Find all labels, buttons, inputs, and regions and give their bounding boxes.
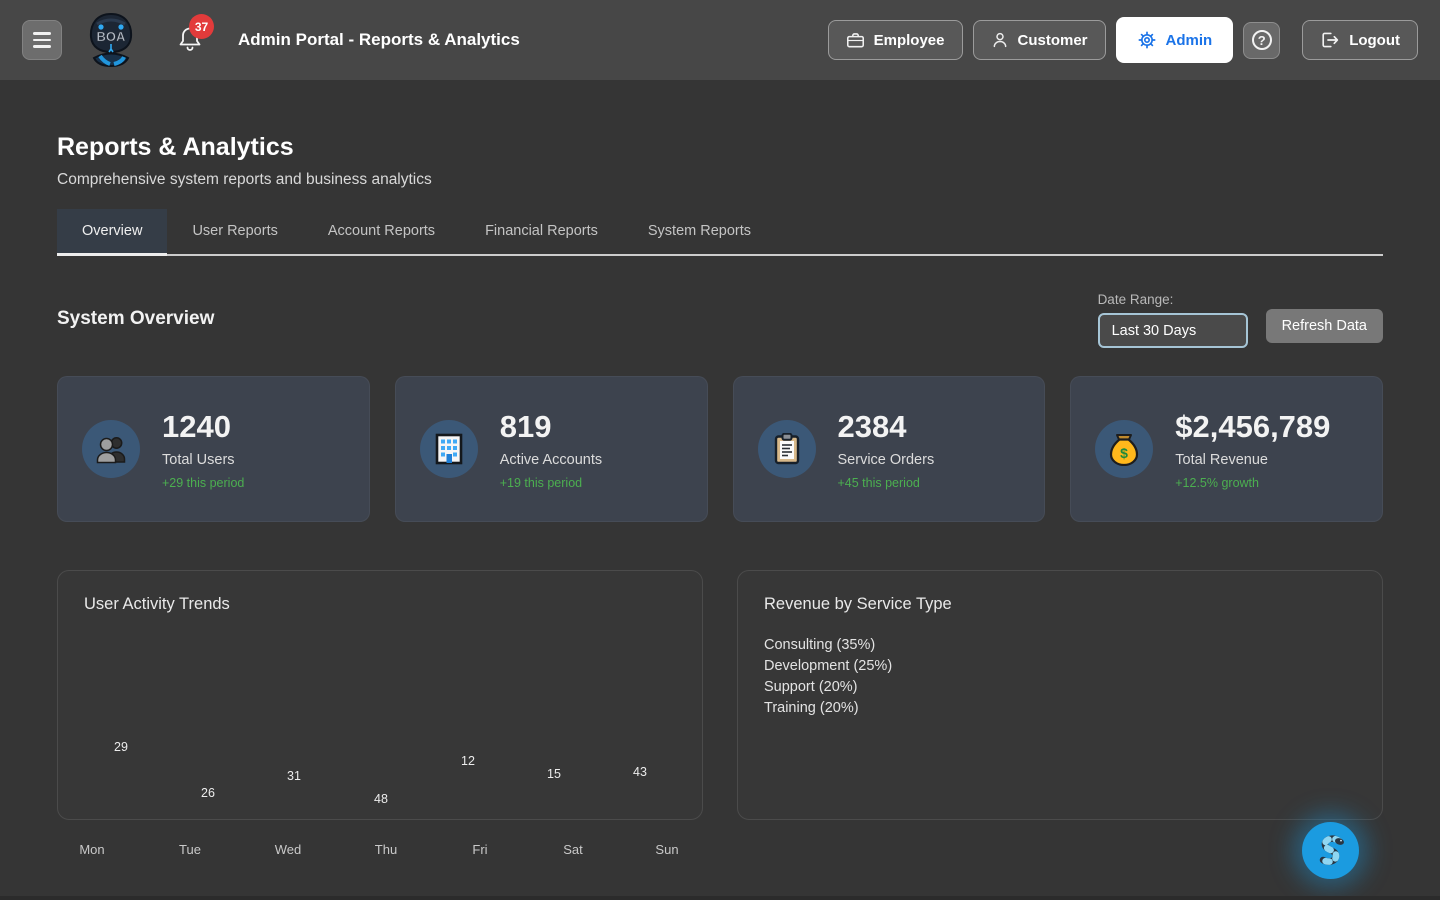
gear-icon [1137, 30, 1157, 50]
day-label-sun: Sun [655, 842, 678, 857]
system-overview-header: System Overview Date Range: Last 30 Days… [57, 292, 1383, 348]
tab-user-reports[interactable]: User Reports [167, 209, 302, 254]
help-button[interactable]: ? [1243, 22, 1280, 59]
stat-delta: +29 this period [162, 476, 244, 490]
logout-icon [1320, 31, 1340, 49]
user-activity-panel: User Activity Trends 29 26 31 48 12 15 4… [57, 570, 703, 820]
svg-text:BOA: BOA [97, 29, 127, 44]
stat-value: 2384 [838, 409, 935, 445]
snake-fab-button[interactable] [1302, 822, 1359, 879]
day-label-tue: Tue [179, 842, 201, 857]
stat-label: Total Revenue [1175, 452, 1330, 468]
svg-text:$: $ [1120, 445, 1128, 461]
building-icon [420, 420, 478, 478]
person-icon [991, 31, 1009, 49]
activity-value-sun: 43 [633, 765, 647, 779]
bottom-edge [0, 896, 1440, 900]
date-range-label: Date Range: [1098, 292, 1248, 307]
stat-card-total-users: 1240 Total Users +29 this period [57, 376, 370, 522]
hamburger-icon [33, 32, 51, 47]
stat-delta: +45 this period [838, 476, 935, 490]
day-label-mon: Mon [79, 842, 104, 857]
range-controls: Date Range: Last 30 Days Refresh Data [1098, 292, 1383, 348]
stat-value: 819 [500, 409, 602, 445]
stat-card-total-revenue: $ $2,456,789 Total Revenue +12.5% growth [1070, 376, 1383, 522]
activity-value-tue: 26 [201, 786, 215, 800]
activity-value-wed: 31 [287, 769, 301, 783]
stat-label: Total Users [162, 452, 244, 468]
stat-card-service-orders: 2384 Service Orders +45 this period [733, 376, 1046, 522]
refresh-data-button[interactable]: Refresh Data [1266, 309, 1383, 343]
stat-label: Service Orders [838, 452, 935, 468]
revenue-list: Consulting (35%) Development (25%) Suppo… [764, 635, 1356, 719]
stat-card-active-accounts: 819 Active Accounts +19 this period [395, 376, 708, 522]
revenue-item-training: Training (20%) [764, 698, 1356, 719]
logout-button[interactable]: Logout [1302, 20, 1418, 60]
day-label-wed: Wed [275, 842, 302, 857]
admin-button[interactable]: Admin [1116, 17, 1234, 63]
stat-delta: +12.5% growth [1175, 476, 1330, 490]
section-title: System Overview [57, 308, 214, 330]
notification-badge: 37 [189, 14, 214, 39]
activity-value-fri: 12 [461, 754, 475, 768]
page-subtitle: Comprehensive system reports and busines… [57, 171, 1383, 189]
stat-label: Active Accounts [500, 452, 602, 468]
page-title: Reports & Analytics [57, 132, 1383, 162]
moneybag-icon: $ [1095, 420, 1153, 478]
activity-value-mon: 29 [114, 740, 128, 754]
employee-button-label: Employee [874, 32, 945, 49]
revenue-item-development: Development (25%) [764, 656, 1356, 677]
customer-button-label: Customer [1018, 32, 1088, 49]
app-title: Admin Portal - Reports & Analytics [238, 30, 520, 50]
revenue-panel: Revenue by Service Type Consulting (35%)… [737, 570, 1383, 820]
stat-cards: 1240 Total Users +29 this period 819 [57, 376, 1383, 522]
snake-logo-icon: BOA [84, 11, 138, 69]
main-content: Reports & Analytics Comprehensive system… [0, 132, 1440, 820]
header-actions: Employee Customer Admin ? [828, 17, 1418, 63]
tab-account-reports[interactable]: Account Reports [303, 209, 460, 254]
activity-value-thu: 48 [374, 792, 388, 806]
hamburger-menu-button[interactable] [22, 20, 62, 60]
user-activity-section: User Activity Trends 29 26 31 48 12 15 4… [57, 570, 703, 820]
stat-value: $2,456,789 [1175, 409, 1330, 445]
employee-button[interactable]: Employee [828, 20, 963, 60]
report-tabs: Overview User Reports Account Reports Fi… [57, 209, 1383, 256]
customer-button[interactable]: Customer [973, 20, 1106, 60]
users-icon [82, 420, 140, 478]
boa-logo: BOA [84, 11, 138, 69]
day-label-fri: Fri [472, 842, 487, 857]
revenue-item-support: Support (20%) [764, 677, 1356, 698]
clipboard-icon [758, 420, 816, 478]
briefcase-icon [846, 32, 865, 49]
activity-panel-title: User Activity Trends [84, 595, 676, 614]
tab-system-reports[interactable]: System Reports [623, 209, 776, 254]
revenue-item-consulting: Consulting (35%) [764, 635, 1356, 656]
revenue-panel-title: Revenue by Service Type [764, 595, 1356, 614]
chart-panels: User Activity Trends 29 26 31 48 12 15 4… [57, 570, 1383, 820]
top-header: BOA 37 Admin Portal - Reports & Analytic… [0, 0, 1440, 80]
stat-value: 1240 [162, 409, 244, 445]
day-label-sat: Sat [563, 842, 583, 857]
admin-button-label: Admin [1166, 32, 1213, 49]
snake-icon [1312, 832, 1350, 870]
tab-financial-reports[interactable]: Financial Reports [460, 209, 623, 254]
logout-button-label: Logout [1349, 32, 1400, 49]
tab-overview[interactable]: Overview [57, 209, 167, 256]
activity-value-sat: 15 [547, 767, 561, 781]
stat-delta: +19 this period [500, 476, 602, 490]
notifications-button[interactable]: 37 [178, 26, 204, 54]
day-label-thu: Thu [375, 842, 397, 857]
question-icon: ? [1252, 30, 1272, 50]
date-range-select[interactable]: Last 30 Days [1098, 313, 1248, 348]
